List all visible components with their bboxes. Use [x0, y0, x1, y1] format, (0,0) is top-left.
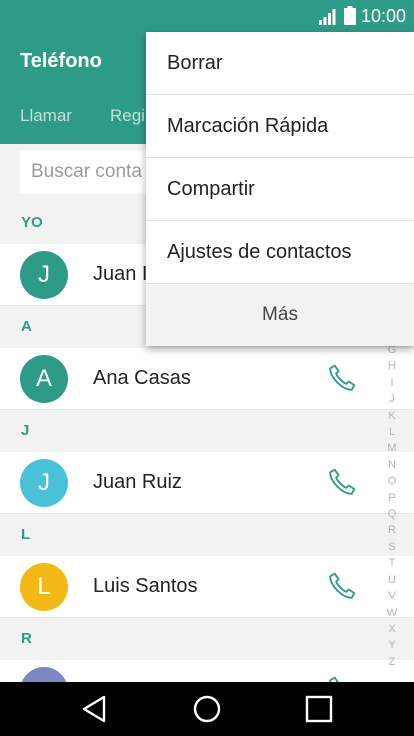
menu-item-compartir[interactable]: Compartir — [146, 158, 414, 221]
index-letter[interactable]: I — [386, 375, 398, 391]
avatar: L — [20, 563, 68, 611]
contact-name: Juan I — [93, 263, 148, 285]
phone-icon[interactable] — [326, 466, 358, 498]
menu-item-borrar[interactable]: Borrar — [146, 32, 414, 95]
index-letter[interactable]: W — [386, 605, 398, 621]
index-letter[interactable]: K — [386, 408, 398, 424]
index-letter[interactable]: V — [386, 588, 398, 604]
overflow-menu: Borrar Marcación Rápida Compartir Ajuste… — [146, 32, 414, 346]
contact-name: Luis Santos — [93, 575, 198, 597]
clock: 10:00 — [360, 6, 406, 26]
index-letter[interactable]: Z — [386, 654, 398, 670]
contact-row-ana-casas[interactable]: A Ana Casas — [0, 348, 414, 410]
tab-registro[interactable]: Regi — [110, 106, 145, 126]
index-letter[interactable]: M — [386, 440, 398, 456]
status-bar: 10:00 — [0, 0, 414, 32]
index-letter[interactable]: R — [386, 522, 398, 538]
contact-name: Juan Ruiz — [93, 471, 182, 493]
index-letter[interactable]: J — [386, 391, 398, 407]
index-letter[interactable]: N — [386, 457, 398, 473]
menu-more-button[interactable]: Más — [146, 284, 414, 346]
navigation-bar — [0, 682, 414, 736]
section-header-j: J — [0, 410, 414, 452]
menu-item-marcacion-rapida[interactable]: Marcación Rápida — [146, 95, 414, 158]
index-letter[interactable]: Y — [386, 637, 398, 653]
recent-apps-icon[interactable] — [303, 693, 335, 725]
back-icon[interactable] — [79, 693, 111, 725]
index-letter[interactable]: T — [386, 555, 398, 571]
index-letter[interactable]: X — [386, 621, 398, 637]
contact-row-luis-santos[interactable]: L Luis Santos — [0, 556, 414, 618]
home-icon[interactable] — [191, 693, 223, 725]
contact-name: Ana Casas — [93, 367, 191, 389]
menu-item-ajustes-contactos[interactable]: Ajustes de contactos — [146, 221, 414, 284]
index-letter[interactable]: S — [386, 539, 398, 555]
phone-icon[interactable] — [326, 362, 358, 394]
index-letter[interactable]: H — [386, 358, 398, 374]
contact-row-partial[interactable] — [0, 660, 414, 682]
phone-icon[interactable] — [326, 570, 358, 602]
index-letter[interactable]: O — [386, 473, 398, 489]
section-header-l: L — [0, 514, 414, 556]
index-letter[interactable]: Q — [386, 506, 398, 522]
battery-icon — [344, 6, 356, 25]
index-letter[interactable]: P — [386, 490, 398, 506]
signal-icon — [319, 9, 336, 25]
avatar: A — [20, 355, 68, 403]
section-header-r: R — [0, 618, 414, 660]
index-letter[interactable]: L — [386, 424, 398, 440]
phone-icon[interactable] — [326, 674, 358, 682]
avatar: J — [20, 459, 68, 507]
index-letter[interactable]: U — [386, 572, 398, 588]
tab-llamar[interactable]: Llamar — [20, 106, 72, 126]
alphabet-index[interactable]: GHIJKLMNOPQRSTUVWXYZ — [386, 342, 398, 670]
avatar — [20, 667, 68, 682]
contact-row-juan-ruiz[interactable]: J Juan Ruiz — [0, 452, 414, 514]
avatar: J — [20, 251, 68, 299]
app-title: Teléfono — [20, 50, 102, 72]
